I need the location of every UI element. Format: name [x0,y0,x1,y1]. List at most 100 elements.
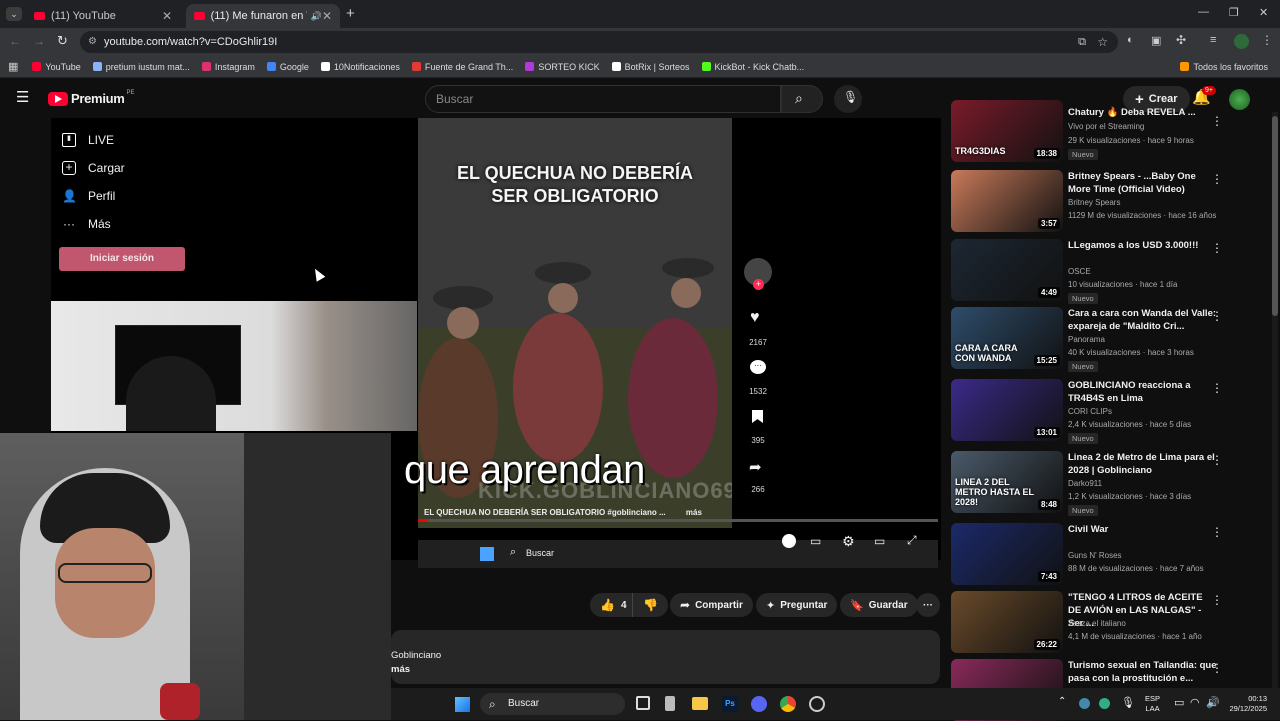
taskbar-search-box[interactable]: ⌕ Buscar [480,693,625,715]
description-box[interactable]: Goblinciano más [391,630,940,684]
recommendation-channel[interactable]: CORI CLIPs [1068,407,1112,416]
share-arrow-icon[interactable]: ➦ [749,458,762,476]
recommendation-title[interactable]: Linea 2 de Metro de Lima para el 2028 | … [1068,451,1218,477]
recommendation-item[interactable]: 7:43 Civil War Guns N' Roses 88 M de visual… [951,523,1251,585]
video-thumbnail[interactable]: 3:57 [951,170,1063,232]
video-thumbnail[interactable]: 7:43 [951,523,1063,585]
tray-app-icon[interactable] [1079,698,1090,709]
more-options-icon[interactable]: ⋮ [1211,525,1223,539]
more-options-icon[interactable]: ⋮ [1211,593,1223,607]
recommendation-title[interactable]: LLegamos a los USD 3.000!!! [1068,239,1218,252]
video-thumbnail[interactable]: CARA A CARA CON WANDA 15:25 [951,307,1063,369]
more-options-icon[interactable]: ⋮ [1211,241,1223,255]
tray-chevron-icon[interactable]: ⌃ [1058,696,1066,707]
search-button[interactable]: ⌕ [781,85,823,113]
recommendation-channel[interactable]: OSCE [1068,267,1091,276]
profile-avatar[interactable] [1234,34,1249,49]
recommendation-title[interactable]: Civil War [1068,523,1218,536]
more-options-icon[interactable]: ⋮ [1211,309,1223,323]
close-window-button[interactable]: ✕ [1259,6,1268,19]
menu-item-upload[interactable]: + Cargar [62,161,125,175]
app-icon[interactable] [665,696,675,711]
apps-grid-icon[interactable]: ▦ [8,60,18,73]
more-options-icon[interactable]: ⋮ [1211,114,1223,128]
bookmark-instagram[interactable]: Instagram [201,62,255,72]
obs-icon[interactable] [809,696,825,712]
bookmark-fuente[interactable]: Fuente de Grand Th... [411,62,513,72]
site-info-icon[interactable]: ⚙ [88,31,97,53]
recommendation-title[interactable]: Chatury 🔥 Deba REVELA ... [1068,106,1218,119]
login-button[interactable]: Iniciar sesión [59,247,185,271]
play-pause-icon[interactable] [782,534,796,548]
recommendation-item[interactable]: 26:22 "TENGO 4 LITROS de ACEITE DE AVIÓN … [951,591,1251,653]
speaker-icon[interactable]: 🔊 [311,11,322,22]
media-control-icon[interactable]: ≡ [1210,34,1216,46]
miniplayer-icon[interactable]: ▭ [874,534,885,548]
extensions-puzzle-icon[interactable]: ✣ [1176,33,1186,47]
recommendation-title[interactable]: GOBLINCIANO reacciona a TR4B4S en Lima [1068,379,1218,405]
video-thumbnail[interactable]: 13:01 [951,379,1063,441]
description-more[interactable]: más [391,664,410,675]
video-thumbnail[interactable]: LINEA 2 DEL METRO HASTA EL 2028! 8:48 [951,451,1063,513]
more-options-icon[interactable]: ⋮ [1211,661,1223,675]
chrome-icon[interactable] [780,696,796,712]
windows-start-icon[interactable] [455,697,470,712]
extension-icon[interactable]: ▣ [1151,34,1161,47]
new-tab-button[interactable]: + [346,5,355,22]
recommendation-channel[interactable]: Darko911 [1068,479,1102,488]
sidebar-scrollbar[interactable] [1272,112,1278,688]
comment-icon[interactable]: ··· [750,360,766,374]
recommendation-item[interactable]: LINEA 2 DEL METRO HASTA EL 2028! 8:48 Line… [951,451,1251,516]
bookmark-sorteo-kick[interactable]: SORTEO KICK [525,62,600,72]
recommendation-channel[interactable]: Panorama [1068,335,1105,344]
menu-item-more[interactable]: ··· Más [62,217,111,231]
recommendation-title[interactable]: Cara a cara con Wanda del Valle: exparej… [1068,307,1218,333]
tab-video[interactable]: (11) Me funaron en TikTok | 🔊 ✕ [186,4,340,28]
video-thumbnail[interactable]: TR4G3DIAS 18:38 [951,100,1063,162]
minimize-button[interactable]: — [1198,6,1209,18]
voice-search-button[interactable]: 🎙 [834,85,862,113]
video-thumbnail[interactable]: 26:22 [951,591,1063,653]
back-icon[interactable]: ← [9,34,21,48]
network-icon[interactable]: ▭ [1174,696,1184,709]
notifications-button[interactable]: 🔔 9+ [1192,86,1216,107]
search-input[interactable]: Buscar [425,85,781,113]
progress-bar[interactable] [418,519,938,522]
tray-app-icon[interactable] [1099,698,1110,709]
microphone-tray-icon[interactable]: 🎙 [1121,696,1135,709]
recommendation-item[interactable]: 3:57 Britney Spears - ...Baby One More Ti… [951,170,1251,232]
recommendation-item[interactable]: 13:01 GOBLINCIANO reacciona a TR4B4S en L… [951,379,1251,444]
recommendation-channel[interactable]: Vivo por el Streaming [1068,122,1144,131]
like-button[interactable]: 👍 4 [590,593,635,617]
discord-icon[interactable] [751,696,767,712]
bookmark-botrix[interactable]: BotRix | Sorteos [611,62,690,72]
bookmark-kickbot[interactable]: KickBot - Kick Chatb... [701,62,804,72]
reload-icon[interactable]: ↻ [57,33,68,49]
file-explorer-icon[interactable] [692,697,708,710]
recommendation-title[interactable]: Britney Spears - ...Baby One More Time (… [1068,170,1218,196]
tab-youtube[interactable]: (11) YouTube ✕ [26,4,180,28]
bookmark-all-folders[interactable]: Todos los favoritos [1180,62,1268,72]
bookmark-youtube[interactable]: YouTube [32,62,81,72]
language-indicator[interactable]: ESP LAA [1145,694,1160,714]
volume-icon[interactable]: 🔊 [1206,696,1220,709]
ask-button[interactable]: ✦ Preguntar [756,593,838,617]
recommendation-channel[interactable]: Britney Spears [1068,198,1120,207]
scrollbar-thumb[interactable] [1272,116,1278,316]
account-avatar[interactable] [1229,89,1250,110]
youtube-logo[interactable]: Premium PE [48,90,135,106]
address-bar[interactable]: ⚙ youtube.com/watch?v=CDoGhlir19I ⧉ ☆ [80,31,1118,53]
install-icon[interactable]: ⧉ [1078,31,1086,53]
dislike-button[interactable]: 👎 [632,593,668,617]
menu-item-profile[interactable]: 👤 Perfil [62,189,115,203]
save-button[interactable]: 🔖 Guardar [840,593,918,617]
recommendation-channel[interactable]: Zazza el italiano [1068,619,1126,628]
more-options-icon[interactable]: ⋮ [1211,172,1223,186]
recommendation-title[interactable]: Turismo sexual en Tailandia: que pasa co… [1068,659,1218,685]
settings-gear-icon[interactable]: ⚙ [842,533,855,550]
bookmark-10notificaciones[interactable]: 10Notificaciones [320,62,400,72]
share-button[interactable]: ➦ Compartir [670,593,753,617]
tab-search-button[interactable]: ⌄ [6,7,22,21]
more-options-icon[interactable]: ⋮ [1211,453,1223,467]
bookmark-google[interactable]: Google [266,62,309,72]
